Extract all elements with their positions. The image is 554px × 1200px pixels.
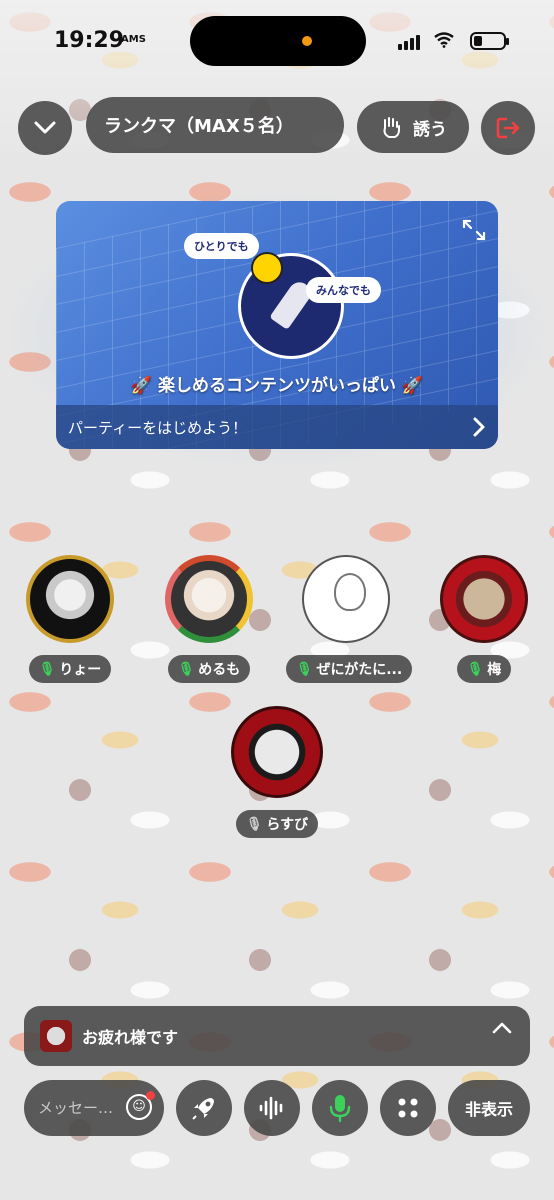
participant-name-chip: 🎙 ぜにがたに... — [286, 655, 413, 683]
chat-preview[interactable]: お疲れ様です — [24, 1006, 530, 1066]
mic-on-icon: 🎙 — [466, 661, 484, 677]
banner-footer[interactable]: パーティーをはじめよう！ — [56, 405, 498, 449]
participant-name-chip: 🎙 らすび — [235, 810, 319, 838]
wave-hand-icon — [379, 114, 405, 140]
fullscreen-icon[interactable] — [462, 219, 486, 241]
apps-button[interactable] — [380, 1080, 436, 1136]
rocket-illustration — [238, 252, 344, 359]
banner-bubble-group: みんなでも — [306, 277, 381, 303]
mic-muted-icon: 🎙 — [245, 816, 263, 832]
banner-bubble-solo: ひとりでも — [184, 233, 259, 259]
invite-button[interactable]: 誘う — [357, 101, 469, 153]
mic-on-icon: 🎙 — [38, 661, 56, 677]
leave-room-button[interactable] — [481, 101, 535, 155]
signal-icon — [398, 34, 422, 50]
avatar[interactable] — [231, 706, 323, 798]
mic-on-icon: 🎙 — [296, 661, 313, 677]
collapse-button[interactable] — [18, 101, 72, 155]
status-time: 19:29 — [54, 28, 125, 53]
participant-name-chip: 🎙 りょー — [28, 655, 112, 683]
microphone-icon — [328, 1093, 352, 1123]
party-banner[interactable]: ひとりでも みんなでも 🚀 楽しめるコンテンツがいっぱい 🚀 パーティーをはじめ… — [56, 201, 498, 449]
hide-button[interactable]: 非表示 — [448, 1080, 530, 1136]
participant-name-chip: 🎙 めるも — [167, 655, 251, 683]
latest-chat-message: お疲れ様です — [82, 1028, 179, 1047]
microphone-button[interactable] — [312, 1080, 368, 1136]
chevron-right-icon — [472, 416, 486, 438]
mic-on-icon: 🎙 — [177, 661, 195, 677]
chevron-up-icon[interactable] — [492, 1022, 512, 1034]
avatar[interactable] — [302, 555, 390, 643]
participant-ryo[interactable]: 🎙 りょー — [10, 555, 130, 683]
rocket-icon — [190, 1094, 218, 1122]
message-input[interactable] — [36, 1098, 128, 1118]
participant-rasubi[interactable]: 🎙 らすび — [217, 706, 337, 838]
participant-name-chip: 🎙 梅 — [456, 655, 512, 683]
chevron-down-icon — [34, 121, 56, 135]
carrier-tag: AMS — [121, 34, 146, 45]
status-bar: 19:29 AMS — [0, 0, 554, 66]
message-input-container[interactable]: ☺ — [24, 1080, 164, 1136]
avatar[interactable] — [440, 555, 528, 643]
wifi-icon — [434, 32, 454, 48]
sound-wave-icon — [258, 1096, 286, 1120]
participant-zenigatani[interactable]: 🎙 ぜにがたに... — [286, 555, 413, 683]
grid-dots-icon — [396, 1096, 420, 1120]
banner-footer-text: パーティーをはじめよう！ — [68, 418, 248, 437]
chat-sender-avatar — [40, 1020, 72, 1052]
dynamic-island — [190, 16, 366, 66]
avatar[interactable] — [26, 555, 114, 643]
participant-ume[interactable]: 🎙 梅 — [424, 555, 544, 683]
emoji-icon[interactable]: ☺ — [126, 1091, 155, 1120]
battery-icon — [470, 32, 509, 50]
rocket-icon: 🚀 — [396, 376, 424, 396]
exit-icon — [495, 115, 521, 141]
invite-label: 誘う — [413, 119, 447, 140]
avatar[interactable] — [165, 555, 253, 643]
room-title[interactable]: ランクマ（MAX５名） — [86, 97, 344, 153]
voice-effect-button[interactable] — [244, 1080, 300, 1136]
recording-indicator-icon — [302, 36, 312, 46]
banner-caption: 🚀 楽しめるコンテンツがいっぱい 🚀 — [130, 376, 424, 396]
notification-badge — [146, 1091, 155, 1100]
participant-merumo[interactable]: 🎙 めるも — [149, 555, 269, 683]
rocket-icon: 🚀 — [130, 376, 158, 396]
rocket-button[interactable] — [176, 1080, 232, 1136]
